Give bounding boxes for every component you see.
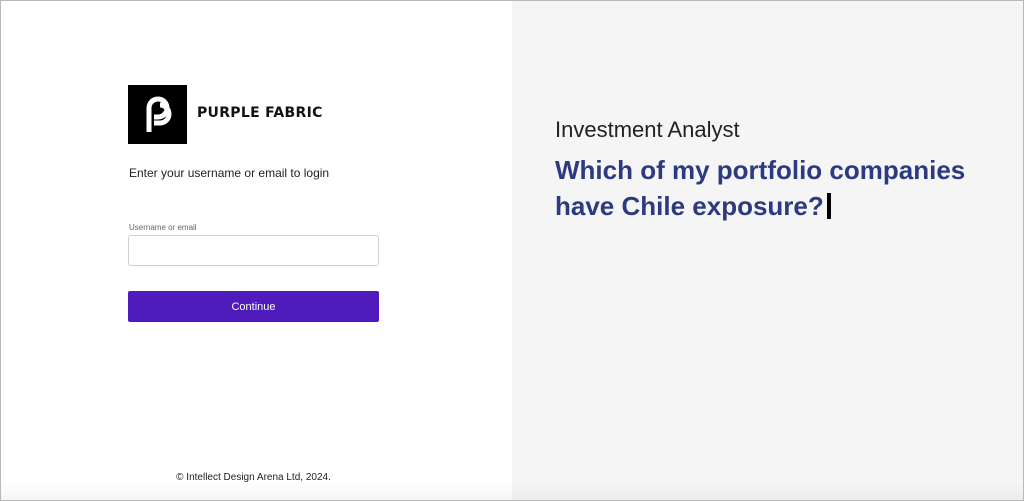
copyright-text: © Intellect Design Arena Ltd, 2024. [176,472,331,483]
login-prompt: Enter your username or email to login [129,166,330,180]
role-title: Investment Analyst [555,117,740,142]
sample-question-text: Which of my portfolio companies have Chi… [555,155,966,221]
purple-fabric-logo-icon [128,85,187,144]
login-panel: PURPLE FABRIC Enter your username or ema… [1,1,512,500]
sample-question: Which of my portfolio companies have Chi… [555,152,995,224]
brand-name: PURPLE FABRIC [197,105,323,121]
login-page: PURPLE FABRIC Enter your username or ema… [0,0,1024,501]
showcase-panel: Investment Analyst Which of my portfolio… [512,1,1023,500]
continue-button[interactable]: Continue [128,291,379,322]
username-input[interactable] [128,235,379,266]
typing-cursor [826,193,831,219]
footer: © Intellect Design Arena Ltd, 2024. [1,472,512,483]
username-label: Username or email [129,223,197,232]
